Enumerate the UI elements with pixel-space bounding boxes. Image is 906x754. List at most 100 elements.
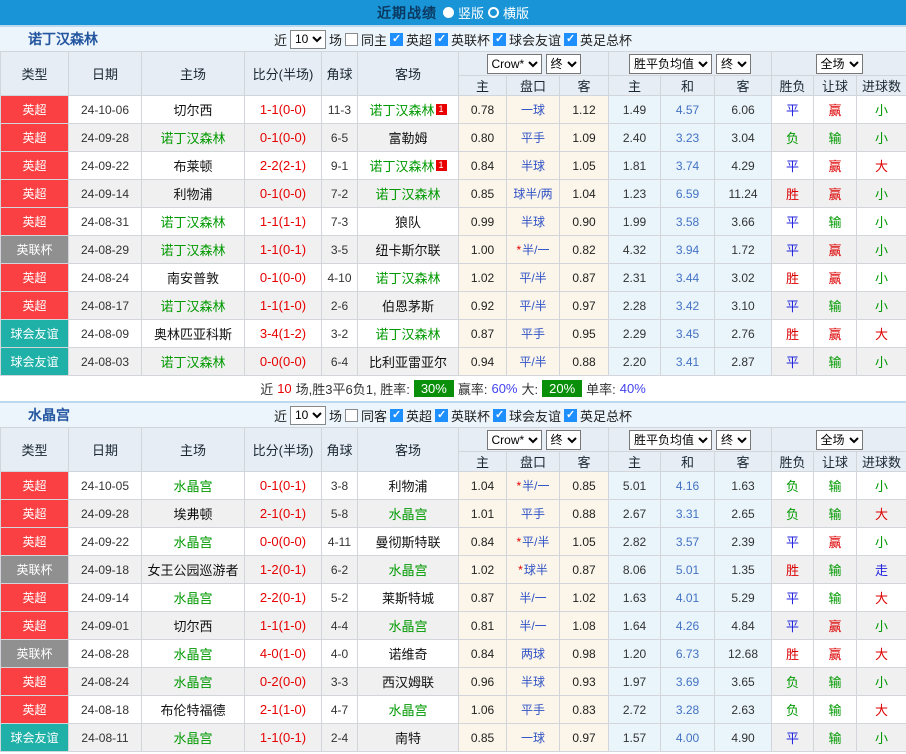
- league-filter-checkbox-eflcup[interactable]: [435, 32, 448, 46]
- col-avg-home: 主: [608, 451, 661, 472]
- vertical-radio[interactable]: [442, 7, 454, 18]
- result-wl: 负: [771, 499, 815, 528]
- scope-select[interactable]: 全场: [815, 53, 863, 74]
- league-filter-checkbox-epl[interactable]: [389, 408, 403, 422]
- avg-away: 2.39: [713, 527, 773, 556]
- league-filter-checkbox-friendly[interactable]: [493, 408, 507, 422]
- odds-home: 1.00: [458, 235, 507, 264]
- bookmaker-select[interactable]: Crow*: [486, 429, 542, 450]
- home-team: 女王公园巡游者: [141, 555, 245, 584]
- avg-time-select[interactable]: 终: [716, 53, 751, 74]
- same-venue-checkbox[interactable]: [344, 32, 358, 46]
- league-filter-checkbox-friendly[interactable]: [493, 32, 507, 46]
- match-league: 英超: [0, 667, 69, 696]
- away-team: 狼队: [357, 207, 459, 236]
- match-league: 英联杯: [0, 555, 69, 584]
- avg-away: 4.90: [713, 723, 773, 752]
- league-filter-checkbox-facup[interactable]: [564, 32, 578, 46]
- horizontal-radio[interactable]: [488, 7, 499, 18]
- avg-away: 3.04: [713, 123, 773, 152]
- odds-handicap: 平手: [506, 319, 560, 348]
- win-rate-badge: 30%: [413, 380, 454, 397]
- league-filter-label: 英联杯: [451, 408, 491, 424]
- recent-count-select[interactable]: 10: [289, 29, 326, 49]
- result-wl: 平: [771, 527, 815, 556]
- match-date: 24-09-22: [68, 527, 142, 556]
- matches-table-away: 类型 日期 主场 比分(半场) 角球 客场 Crow* 终 胜平负均值终 全场 主…: [0, 427, 906, 752]
- away-team: 诺维奇: [357, 639, 459, 668]
- odds-home: 1.02: [458, 555, 507, 584]
- avg-home: 2.72: [608, 695, 661, 724]
- league-filter-checkbox-facup[interactable]: [564, 408, 578, 422]
- match-league: 英超: [0, 471, 69, 500]
- col-odds-handicap: 盘口: [506, 451, 560, 472]
- col-odds-handicap: 盘口: [506, 75, 560, 96]
- handicap-win-pct: 60%: [491, 381, 518, 396]
- result-wl: 平: [771, 723, 815, 752]
- match-league: 球会友谊: [0, 347, 69, 376]
- recent-count-select[interactable]: 10: [289, 405, 326, 425]
- same-venue-checkbox[interactable]: [344, 408, 358, 422]
- match-score: 1-1(0-1): [244, 723, 322, 752]
- col-odds-home: 主: [458, 451, 507, 472]
- col-avg-away: 客: [713, 451, 773, 472]
- avg-time-select[interactable]: 终: [716, 429, 751, 450]
- team-name: 水晶宫: [28, 407, 70, 423]
- corner-score: 6-5: [321, 123, 358, 152]
- away-team: 富勒姆: [357, 123, 459, 152]
- match-date: 24-09-14: [68, 583, 142, 612]
- home-team: 诺丁汉森林: [141, 207, 245, 236]
- scope-select[interactable]: 全场: [815, 429, 863, 450]
- avg-type-select[interactable]: 胜平负均值: [629, 429, 712, 450]
- result-wl: 平: [771, 583, 815, 612]
- match-row: 英超 24-09-22 布莱顿 2-2(2-1) 9-1 诺丁汉森林 1 0.84 半球 1.05…: [0, 151, 906, 180]
- match-date: 24-08-29: [68, 235, 142, 264]
- odds-away: 0.87: [559, 555, 609, 584]
- avg-type-select[interactable]: 胜平负均值: [629, 53, 712, 74]
- odds-handicap: 平手: [506, 695, 560, 724]
- match-row: 球会友谊 24-08-09 奥林匹亚科斯 3-4(1-2) 3-2 诺丁汉森林 0.87 平手…: [0, 319, 906, 348]
- result-handicap: 赢: [813, 179, 858, 208]
- odds-handicap: 半球: [506, 151, 560, 180]
- avg-draw: 3.23: [660, 123, 715, 152]
- away-team: 诺丁汉森林: [357, 179, 459, 208]
- avg-draw: 3.58: [660, 207, 715, 236]
- corner-score: 3-2: [321, 319, 358, 348]
- odds-time-select[interactable]: 终: [545, 429, 581, 450]
- bookmaker-select[interactable]: Crow*: [486, 53, 542, 74]
- odds-home: 0.84: [458, 151, 507, 180]
- avg-away: 3.65: [713, 667, 773, 696]
- corner-score: 2-6: [321, 291, 358, 320]
- result-goals: 小: [856, 235, 906, 264]
- away-team: 曼彻斯特联: [357, 527, 459, 556]
- col-odds-home: 主: [458, 75, 507, 96]
- col-odds-away: 客: [559, 451, 609, 472]
- avg-away: 1.35: [713, 555, 773, 584]
- result-handicap: 输: [813, 207, 858, 236]
- league-filter-checkbox-epl[interactable]: [389, 32, 403, 46]
- away-team: 水晶宫: [357, 555, 459, 584]
- match-league: 英超: [0, 291, 69, 320]
- corner-score: 3-3: [321, 667, 358, 696]
- col-type: 类型: [0, 51, 69, 96]
- odds-away: 0.95: [559, 319, 609, 348]
- odds-home: 1.02: [458, 263, 507, 292]
- home-team: 利物浦: [141, 179, 245, 208]
- avg-draw: 3.42: [660, 291, 715, 320]
- summary-text: 赢率:: [457, 382, 488, 397]
- result-goals: 小: [856, 95, 906, 124]
- league-filter-checkbox-eflcup[interactable]: [435, 408, 448, 422]
- odds-time-select[interactable]: 终: [545, 53, 581, 74]
- odds-handicap: 半球: [506, 207, 560, 236]
- corner-score: 7-3: [321, 207, 358, 236]
- avg-away: 3.66: [713, 207, 773, 236]
- result-handicap: 输: [813, 347, 858, 376]
- near-label: 近: [273, 408, 287, 424]
- result-handicap: 赢: [813, 235, 858, 264]
- match-date: 24-08-24: [68, 263, 142, 292]
- avg-draw: 6.59: [660, 179, 715, 208]
- filter-bar: 近 10 场 同客 英超 英联杯 球会友谊 英足总杯: [273, 405, 632, 425]
- away-team: 水晶宫: [357, 611, 459, 640]
- match-row: 英超 24-10-05 水晶宫 0-1(0-1) 3-8 利物浦 1.04 *半/一 0.85 5…: [0, 471, 906, 500]
- match-league: 球会友谊: [0, 723, 69, 752]
